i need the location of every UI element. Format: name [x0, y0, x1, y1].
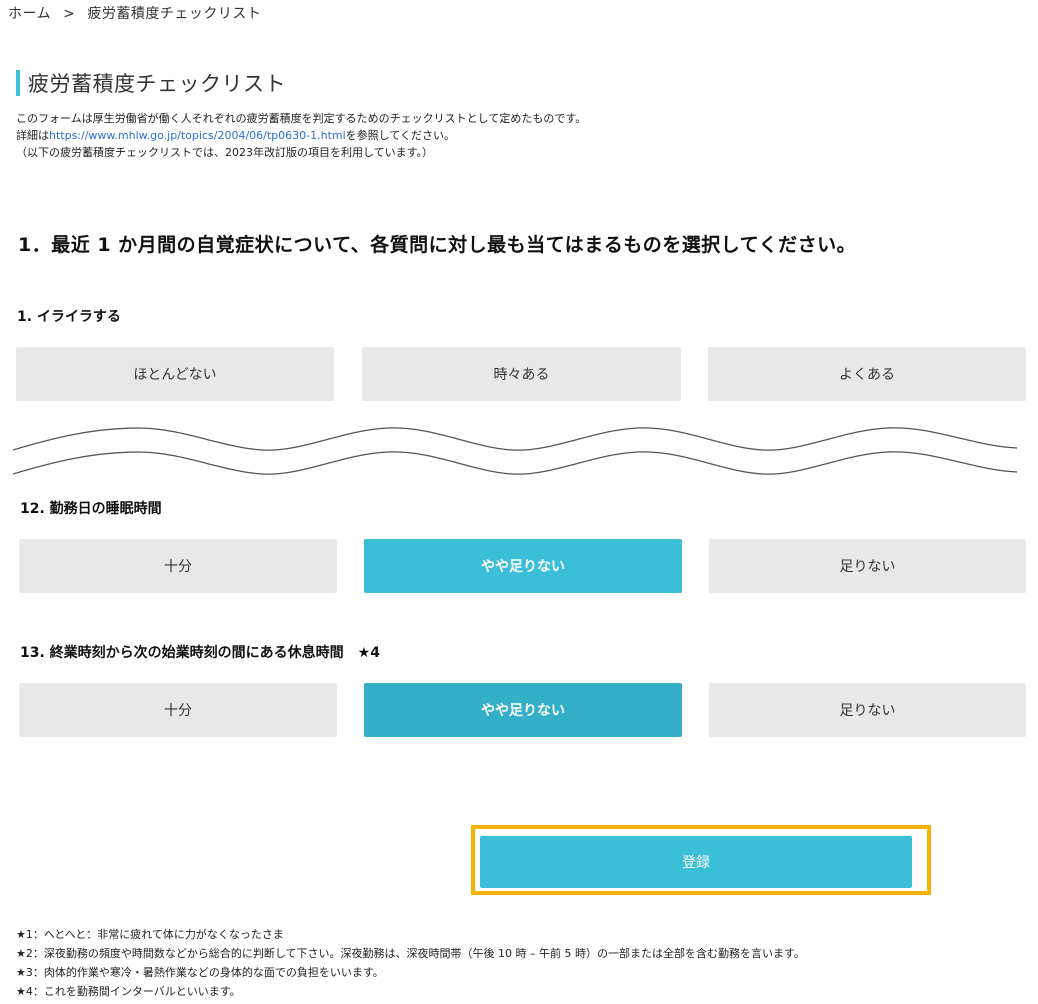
intro-line-2-suffix: を参照してください。 [345, 129, 456, 142]
intro-line-3: （以下の疲労蓄積度チェックリストでは、2023年改訂版の項目を利用しています。） [16, 146, 434, 159]
breadcrumb-separator: > [63, 6, 76, 22]
question-label: 13. 終業時刻から次の始業時刻の間にある休息時間 ★4 [20, 645, 380, 661]
intro-line-1: このフォームは厚生労働省が働く人それぞれの疲労蓄積度を判定するためのチェックリス… [16, 112, 587, 125]
breadcrumb-home-link[interactable]: ホーム [8, 6, 51, 22]
option-button[interactable]: 十分 [19, 539, 337, 593]
mhlw-link[interactable]: https://www.mhlw.go.jp/topics/2004/06/tp… [49, 129, 346, 142]
question-label: 1. イライラする [17, 309, 121, 325]
submit-button[interactable]: 登録 [480, 836, 912, 888]
footnote: ★4：これを勤務間インターバルといいます。 [16, 985, 241, 998]
option-button-selected[interactable]: やや足りない [364, 539, 682, 593]
page-title: 疲労蓄積度チェックリスト [28, 72, 286, 96]
option-button[interactable]: 時々ある [362, 347, 681, 401]
option-button[interactable]: 十分 [19, 683, 337, 737]
option-button[interactable]: 足りない [709, 539, 1026, 593]
footnote: ★2：深夜勤務の頻度や時間数などから総合的に判断して下さい。深夜勤務は、深夜時間… [16, 947, 805, 960]
wave-line-top [13, 427, 1017, 451]
intro-text: このフォームは厚生労働省が働く人それぞれの疲労蓄積度を判定するためのチェックリス… [16, 110, 586, 161]
option-button-selected[interactable]: やや足りない [364, 683, 682, 737]
option-button[interactable]: よくある [708, 347, 1026, 401]
footnote: ★3：肉体的作業や寒冷・暑熱作業などの身体的な面での負担をいいます。 [16, 966, 384, 979]
intro-line-2: 詳細はhttps://www.mhlw.go.jp/topics/2004/06… [16, 127, 586, 144]
omitted-questions-wave [13, 427, 1017, 475]
breadcrumb-current: 疲労蓄積度チェックリスト [87, 6, 262, 22]
intro-line-2-prefix: 詳細は [16, 129, 49, 142]
section-heading: 1．最近 1 か月間の自覚症状について、各質問に対し最も当てはまるものを選択して… [18, 234, 857, 256]
option-button[interactable]: ほとんどない [16, 347, 334, 401]
footnote: ★1：へとへと：非常に疲れて体に力がなくなったさま [16, 928, 284, 941]
option-button[interactable]: 足りない [709, 683, 1026, 737]
breadcrumb: ホーム > 疲労蓄積度チェックリスト [8, 3, 261, 23]
footnotes: ★1：へとへと：非常に疲れて体に力がなくなったさま ★2：深夜勤務の頻度や時間数… [16, 925, 805, 1001]
title-accent-bar [16, 70, 20, 96]
wave-line-bottom [13, 451, 1017, 475]
question-label: 12. 勤務日の睡眠時間 [20, 501, 162, 517]
